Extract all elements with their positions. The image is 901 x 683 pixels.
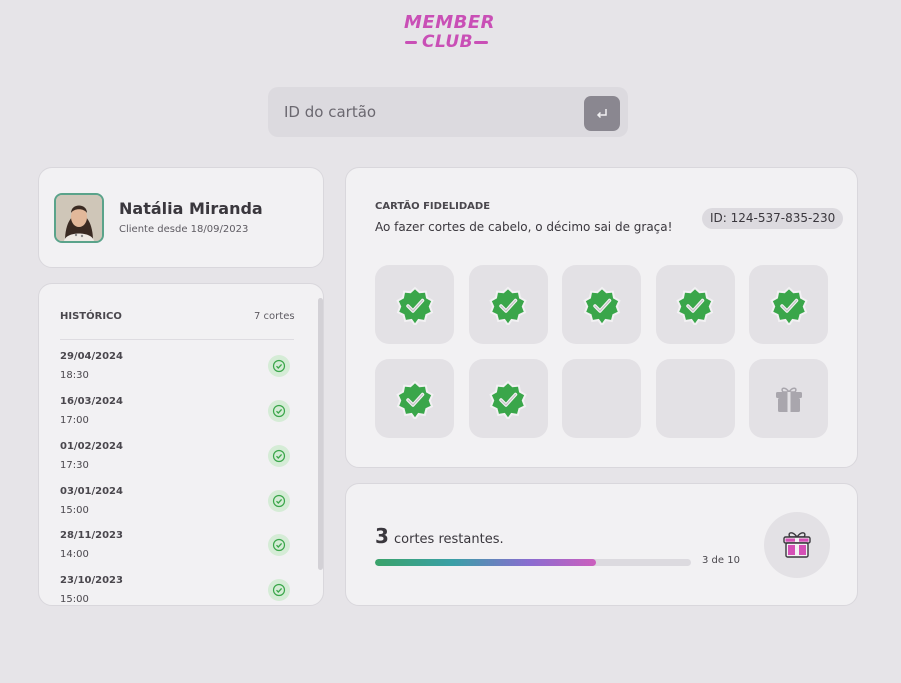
reward-gift: [764, 512, 830, 578]
history-time: 15:00: [60, 505, 89, 516]
history-item: 16/03/2024 17:00: [60, 396, 294, 436]
history-date: 01/02/2024: [60, 441, 123, 452]
history-scrollbar[interactable]: [318, 298, 323, 570]
history-item: 03/01/2024 15:00: [60, 486, 294, 526]
progress-fill: [375, 559, 597, 566]
check-circle-icon: [268, 579, 290, 601]
history-date: 29/04/2024: [60, 351, 123, 362]
history-item: 29/04/2024 18:30: [60, 351, 294, 391]
gift-icon: [775, 387, 802, 412]
logo-text-top: MEMBER: [404, 12, 495, 33]
history-time: 15:00: [60, 594, 89, 605]
history-time: 17:00: [60, 415, 89, 426]
gift-icon: [783, 532, 811, 558]
stamp-filled: [655, 265, 735, 344]
progress-bar: [375, 559, 691, 566]
card-id-search: [268, 87, 628, 137]
check-circle-icon: [268, 355, 290, 377]
history-date: 03/01/2024: [60, 486, 123, 497]
remaining-text: 3 cortes restantes.: [375, 524, 504, 548]
history-title: HISTÓRICO: [60, 311, 122, 322]
check-circle-icon: [268, 490, 290, 512]
check-badge-icon: [395, 286, 434, 325]
history-date: 16/03/2024: [60, 396, 123, 407]
logo-dash-right: [474, 41, 488, 44]
check-badge-icon: [489, 380, 527, 419]
check-badge-icon: [676, 286, 714, 325]
stamp-filled: [562, 265, 641, 344]
check-circle-icon: [268, 400, 290, 422]
history-item: 23/10/2023 15:00: [60, 575, 294, 605]
history-time: 18:30: [60, 370, 89, 381]
check-badge-icon: [395, 380, 434, 419]
client-since: Cliente desde 18/09/2023: [119, 224, 249, 235]
enter-icon: [596, 108, 607, 118]
submit-button[interactable]: [584, 96, 620, 131]
stamp-empty: [655, 359, 735, 438]
stamp-empty: [562, 359, 641, 438]
client-name: Natália Miranda: [119, 199, 263, 218]
history-count: 7 cortes: [254, 311, 295, 322]
history-divider: [60, 339, 294, 340]
check-badge-icon: [489, 286, 527, 325]
history-item: 01/02/2024 17:30: [60, 441, 294, 481]
stamp-filled: [468, 265, 548, 344]
history-time: 14:00: [60, 549, 89, 560]
stamp-reward: [749, 359, 828, 438]
logo-dash-left: [405, 41, 417, 44]
card-id-input[interactable]: [268, 87, 578, 137]
loyalty-description: Ao fazer cortes de cabelo, o décimo sai …: [375, 220, 673, 234]
stamp-filled: [375, 359, 454, 438]
client-profile-card: Natália Miranda Cliente desde 18/09/2023: [38, 167, 324, 268]
avatar: [54, 193, 104, 243]
logo-text-bottom: CLUB: [422, 32, 474, 52]
check-badge-icon: [582, 286, 621, 325]
remaining-label: cortes restantes.: [394, 532, 504, 547]
loyalty-title: CARTÃO FIDELIDADE: [375, 201, 491, 212]
stamp-filled: [468, 359, 548, 438]
check-circle-icon: [268, 534, 290, 556]
progress-card: 3 cortes restantes. 3 de 10: [345, 483, 858, 606]
history-time: 17:30: [60, 460, 89, 471]
history-date: 28/11/2023: [60, 530, 123, 541]
member-club-logo: MEMBER CLUB: [400, 12, 496, 56]
check-badge-icon: [769, 286, 808, 325]
remaining-count: 3: [375, 524, 389, 548]
progress-fraction: 3 de 10: [702, 555, 740, 566]
card-id-badge: ID: 124-537-835-230: [702, 208, 844, 229]
history-date: 23/10/2023: [60, 575, 123, 586]
history-card: HISTÓRICO 7 cortes 29/04/2024 18:30 16/0…: [38, 283, 324, 606]
check-circle-icon: [268, 445, 290, 467]
history-item: 28/11/2023 14:00: [60, 530, 294, 570]
loyalty-card: CARTÃO FIDELIDADE Ao fazer cortes de cab…: [345, 167, 858, 468]
stamp-filled: [749, 265, 828, 344]
stamp-filled: [375, 265, 454, 344]
